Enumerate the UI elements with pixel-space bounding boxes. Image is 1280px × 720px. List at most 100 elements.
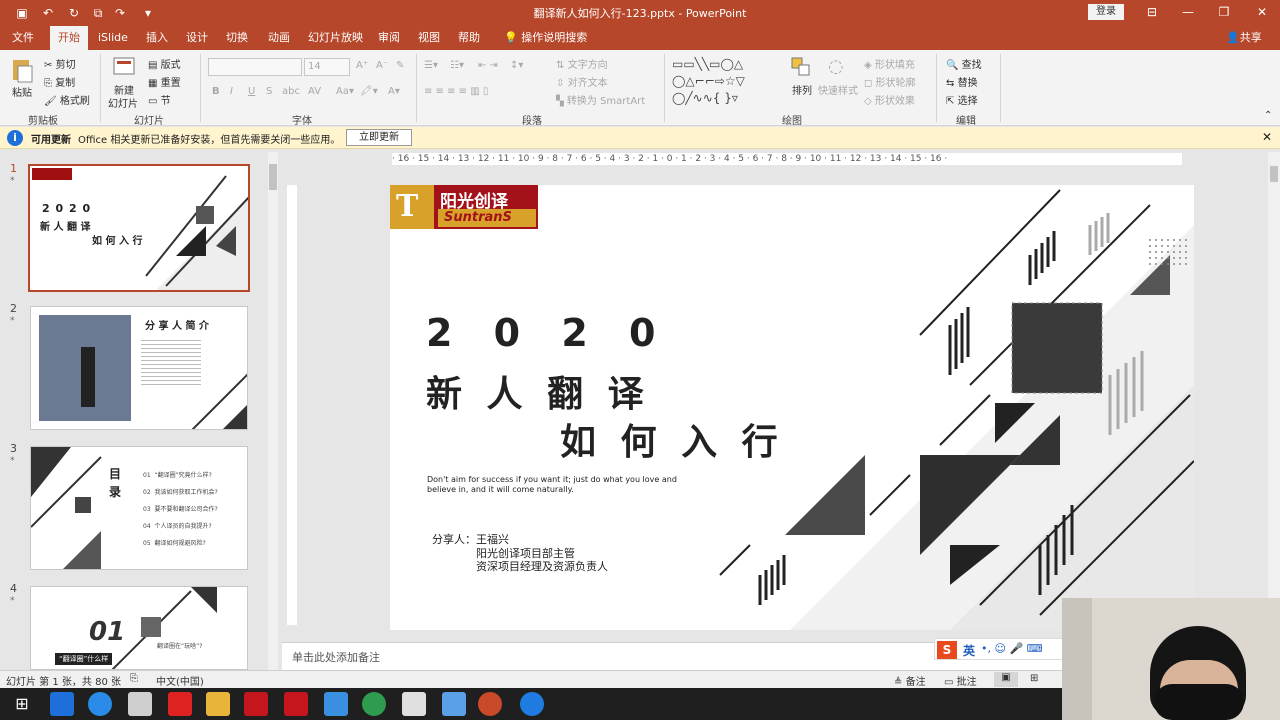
quick-styles-label[interactable]: 快速样式 bbox=[818, 82, 858, 97]
tab-slideshow[interactable]: 幻灯片放映 bbox=[300, 26, 371, 50]
maximize-icon[interactable]: ❐ bbox=[1214, 4, 1234, 20]
search-app-icon[interactable] bbox=[402, 692, 426, 716]
tab-insert[interactable]: 插入 bbox=[138, 26, 176, 50]
new-slide-icon[interactable] bbox=[112, 56, 138, 80]
cut-button[interactable]: ✂ 剪切 bbox=[44, 56, 76, 71]
shrink-font-icon[interactable]: A⁻ bbox=[376, 60, 388, 71]
slide-year[interactable]: 2 0 2 0 bbox=[426, 311, 669, 355]
tab-home[interactable]: 开始 bbox=[50, 26, 88, 50]
line-spacing-icon[interactable]: ↕▾ bbox=[510, 60, 523, 71]
tab-animations[interactable]: 动画 bbox=[260, 26, 298, 50]
shape-effects-button[interactable]: ◇ 形状效果 bbox=[864, 92, 915, 107]
edge-icon[interactable] bbox=[50, 692, 74, 716]
powerpoint-icon[interactable] bbox=[478, 692, 502, 716]
scroll-thumb[interactable] bbox=[269, 164, 277, 190]
notes-toggle[interactable]: ≜ 备注 bbox=[894, 673, 926, 688]
align-text-button[interactable]: ⇳ 对齐文本 bbox=[556, 74, 608, 89]
ime-mode[interactable]: 英 bbox=[963, 642, 975, 659]
strikethrough-button[interactable]: S bbox=[266, 86, 272, 97]
layout-button[interactable]: ▤ 版式 bbox=[148, 56, 181, 71]
comments-toggle[interactable]: ▭ 批注 bbox=[944, 673, 977, 688]
sogou-icon[interactable]: S bbox=[937, 641, 957, 659]
shadow-button[interactable]: abc bbox=[282, 86, 300, 97]
start-icon[interactable]: ⊞ bbox=[10, 692, 34, 716]
section-button[interactable]: ▭ 节 bbox=[148, 92, 171, 107]
clear-format-icon[interactable]: ✎ bbox=[396, 60, 404, 71]
smartart-button[interactable]: ▚ 转换为 SmartArt bbox=[556, 92, 645, 107]
tab-view[interactable]: 视图 bbox=[410, 26, 448, 50]
shape-fill-button[interactable]: ◈ 形状填充 bbox=[864, 56, 915, 71]
notes-placeholder[interactable]: 单击此处添加备注 bbox=[292, 649, 380, 665]
editor-scrollbar[interactable] bbox=[1268, 152, 1280, 598]
share-button[interactable]: 👤共享 bbox=[1218, 26, 1270, 50]
numbering-icon[interactable]: ☷▾ bbox=[450, 60, 464, 71]
grow-font-icon[interactable]: A⁺ bbox=[356, 60, 368, 71]
notepad-icon[interactable] bbox=[128, 692, 152, 716]
select-button[interactable]: ⇱ 选择 bbox=[946, 92, 978, 107]
tab-transitions[interactable]: 切换 bbox=[218, 26, 256, 50]
new-slide-label-2[interactable]: 幻灯片 bbox=[108, 95, 138, 110]
presenter-block[interactable]: 分享人：王福兴 阳光创译项目部主管 资深项目经理及资源负责人 bbox=[432, 533, 608, 574]
thumbnail-scrollbar[interactable] bbox=[268, 152, 278, 670]
ribbon-display-icon[interactable]: ⊟ bbox=[1142, 4, 1162, 20]
collapse-ribbon-icon[interactable]: ⌃ bbox=[1264, 110, 1272, 121]
slide-title-line3[interactable]: 如 何 入 行 bbox=[560, 413, 784, 465]
tab-help[interactable]: 帮助 bbox=[450, 26, 488, 50]
tab-islide[interactable]: iSlide bbox=[90, 26, 136, 50]
tab-file[interactable]: 文件 bbox=[4, 26, 42, 50]
bullets-icon[interactable]: ☰▾ bbox=[424, 60, 438, 71]
ime-toolbar[interactable]: S 英 •, ☺ 🎤 ⌨ bbox=[934, 638, 1064, 660]
quick-styles-icon[interactable]: ◌ bbox=[828, 56, 852, 80]
slide-1[interactable]: T 阳光创译 SuntranS 2 0 2 0 新 人 翻 译 如 何 入 行 … bbox=[390, 185, 1194, 630]
text-direction-button[interactable]: ⇅ 文字方向 bbox=[556, 56, 608, 71]
char-spacing-button[interactable]: AV bbox=[308, 86, 321, 97]
tell-me-search[interactable]: 💡 操作说明搜索 bbox=[496, 26, 595, 50]
ime-tools-icons[interactable]: •, ☺ 🎤 ⌨ bbox=[981, 642, 1043, 655]
arrange-label[interactable]: 排列 bbox=[792, 82, 812, 97]
font-size-dropdown[interactable]: 14 bbox=[304, 58, 350, 76]
chrome-icon[interactable] bbox=[362, 692, 386, 716]
file-explorer-icon[interactable] bbox=[206, 692, 230, 716]
paste-icon[interactable] bbox=[10, 56, 36, 86]
replace-button[interactable]: ⇆ 替换 bbox=[946, 74, 978, 89]
normal-view-icon[interactable]: ▣ bbox=[994, 672, 1018, 687]
tab-design[interactable]: 设计 bbox=[178, 26, 216, 50]
scroll-thumb[interactable] bbox=[1270, 166, 1278, 182]
spellcheck-icon[interactable]: ⎘ bbox=[130, 673, 138, 684]
highlight-icon[interactable]: 🖍▾ bbox=[360, 86, 378, 97]
login-button[interactable]: 登录 bbox=[1088, 4, 1124, 20]
font-color-icon[interactable]: A▾ bbox=[388, 86, 400, 97]
tool-icon[interactable] bbox=[324, 692, 348, 716]
update-now-button[interactable]: 立即更新 bbox=[346, 129, 412, 146]
shapes-gallery[interactable]: ▭▭╲╲▭◯△ ◯△⌐⌐⇨☆▽ ◯╱∿∿{ }▿ bbox=[672, 56, 784, 108]
format-painter-button[interactable]: 🖌 格式刷 bbox=[44, 92, 90, 107]
slide-thumbnail-2[interactable]: 分 享 人 简 介 bbox=[30, 306, 248, 430]
tab-review[interactable]: 审阅 bbox=[370, 26, 408, 50]
acrobat-icon[interactable] bbox=[284, 692, 308, 716]
change-case-icon[interactable]: Aa▾ bbox=[336, 86, 354, 97]
close-infobar-icon[interactable]: ✕ bbox=[1262, 130, 1272, 144]
slide-thumbnail-3[interactable]: 目 录 01 “翻译圈”究竟什么样? 02 我该如何获取工作机会? 03 要不要… bbox=[30, 446, 248, 570]
slide-thumbnail-4[interactable]: 01 “翻译圈”什么样 翻译圈在“玩啥”? bbox=[30, 586, 248, 670]
browser-icon[interactable] bbox=[88, 692, 112, 716]
netease-music-icon[interactable] bbox=[168, 692, 192, 716]
meeting-app-icon[interactable] bbox=[520, 692, 544, 716]
language-indicator[interactable]: 中文(中国) bbox=[156, 673, 204, 688]
arrange-icon[interactable] bbox=[790, 56, 814, 80]
underline-button[interactable]: U bbox=[248, 86, 255, 97]
bird-app-icon[interactable] bbox=[442, 692, 466, 716]
italic-button[interactable]: I bbox=[230, 86, 233, 97]
find-button[interactable]: 🔍 查找 bbox=[946, 56, 982, 71]
minimize-icon[interactable]: — bbox=[1178, 4, 1198, 20]
copy-button[interactable]: ⎘ 复制 bbox=[44, 74, 75, 89]
bold-button[interactable]: B bbox=[212, 86, 220, 97]
slide-title-line2[interactable]: 新 人 翻 译 bbox=[426, 365, 650, 417]
slide-thumbnail-1[interactable]: 2 0 2 0 新 人 翻 译 如 何 入 行 bbox=[28, 164, 250, 292]
font-family-dropdown[interactable] bbox=[208, 58, 302, 76]
reset-button[interactable]: ▦ 重置 bbox=[148, 74, 181, 89]
slide-sorter-icon[interactable]: ⊞ bbox=[1030, 673, 1038, 684]
slide-quote[interactable]: Don't aim for success if you want it; ju… bbox=[427, 475, 677, 495]
paste-button[interactable]: 粘贴 bbox=[12, 84, 32, 99]
shape-outline-button[interactable]: ◻ 形状轮廓 bbox=[864, 74, 916, 89]
app-icon[interactable] bbox=[244, 692, 268, 716]
